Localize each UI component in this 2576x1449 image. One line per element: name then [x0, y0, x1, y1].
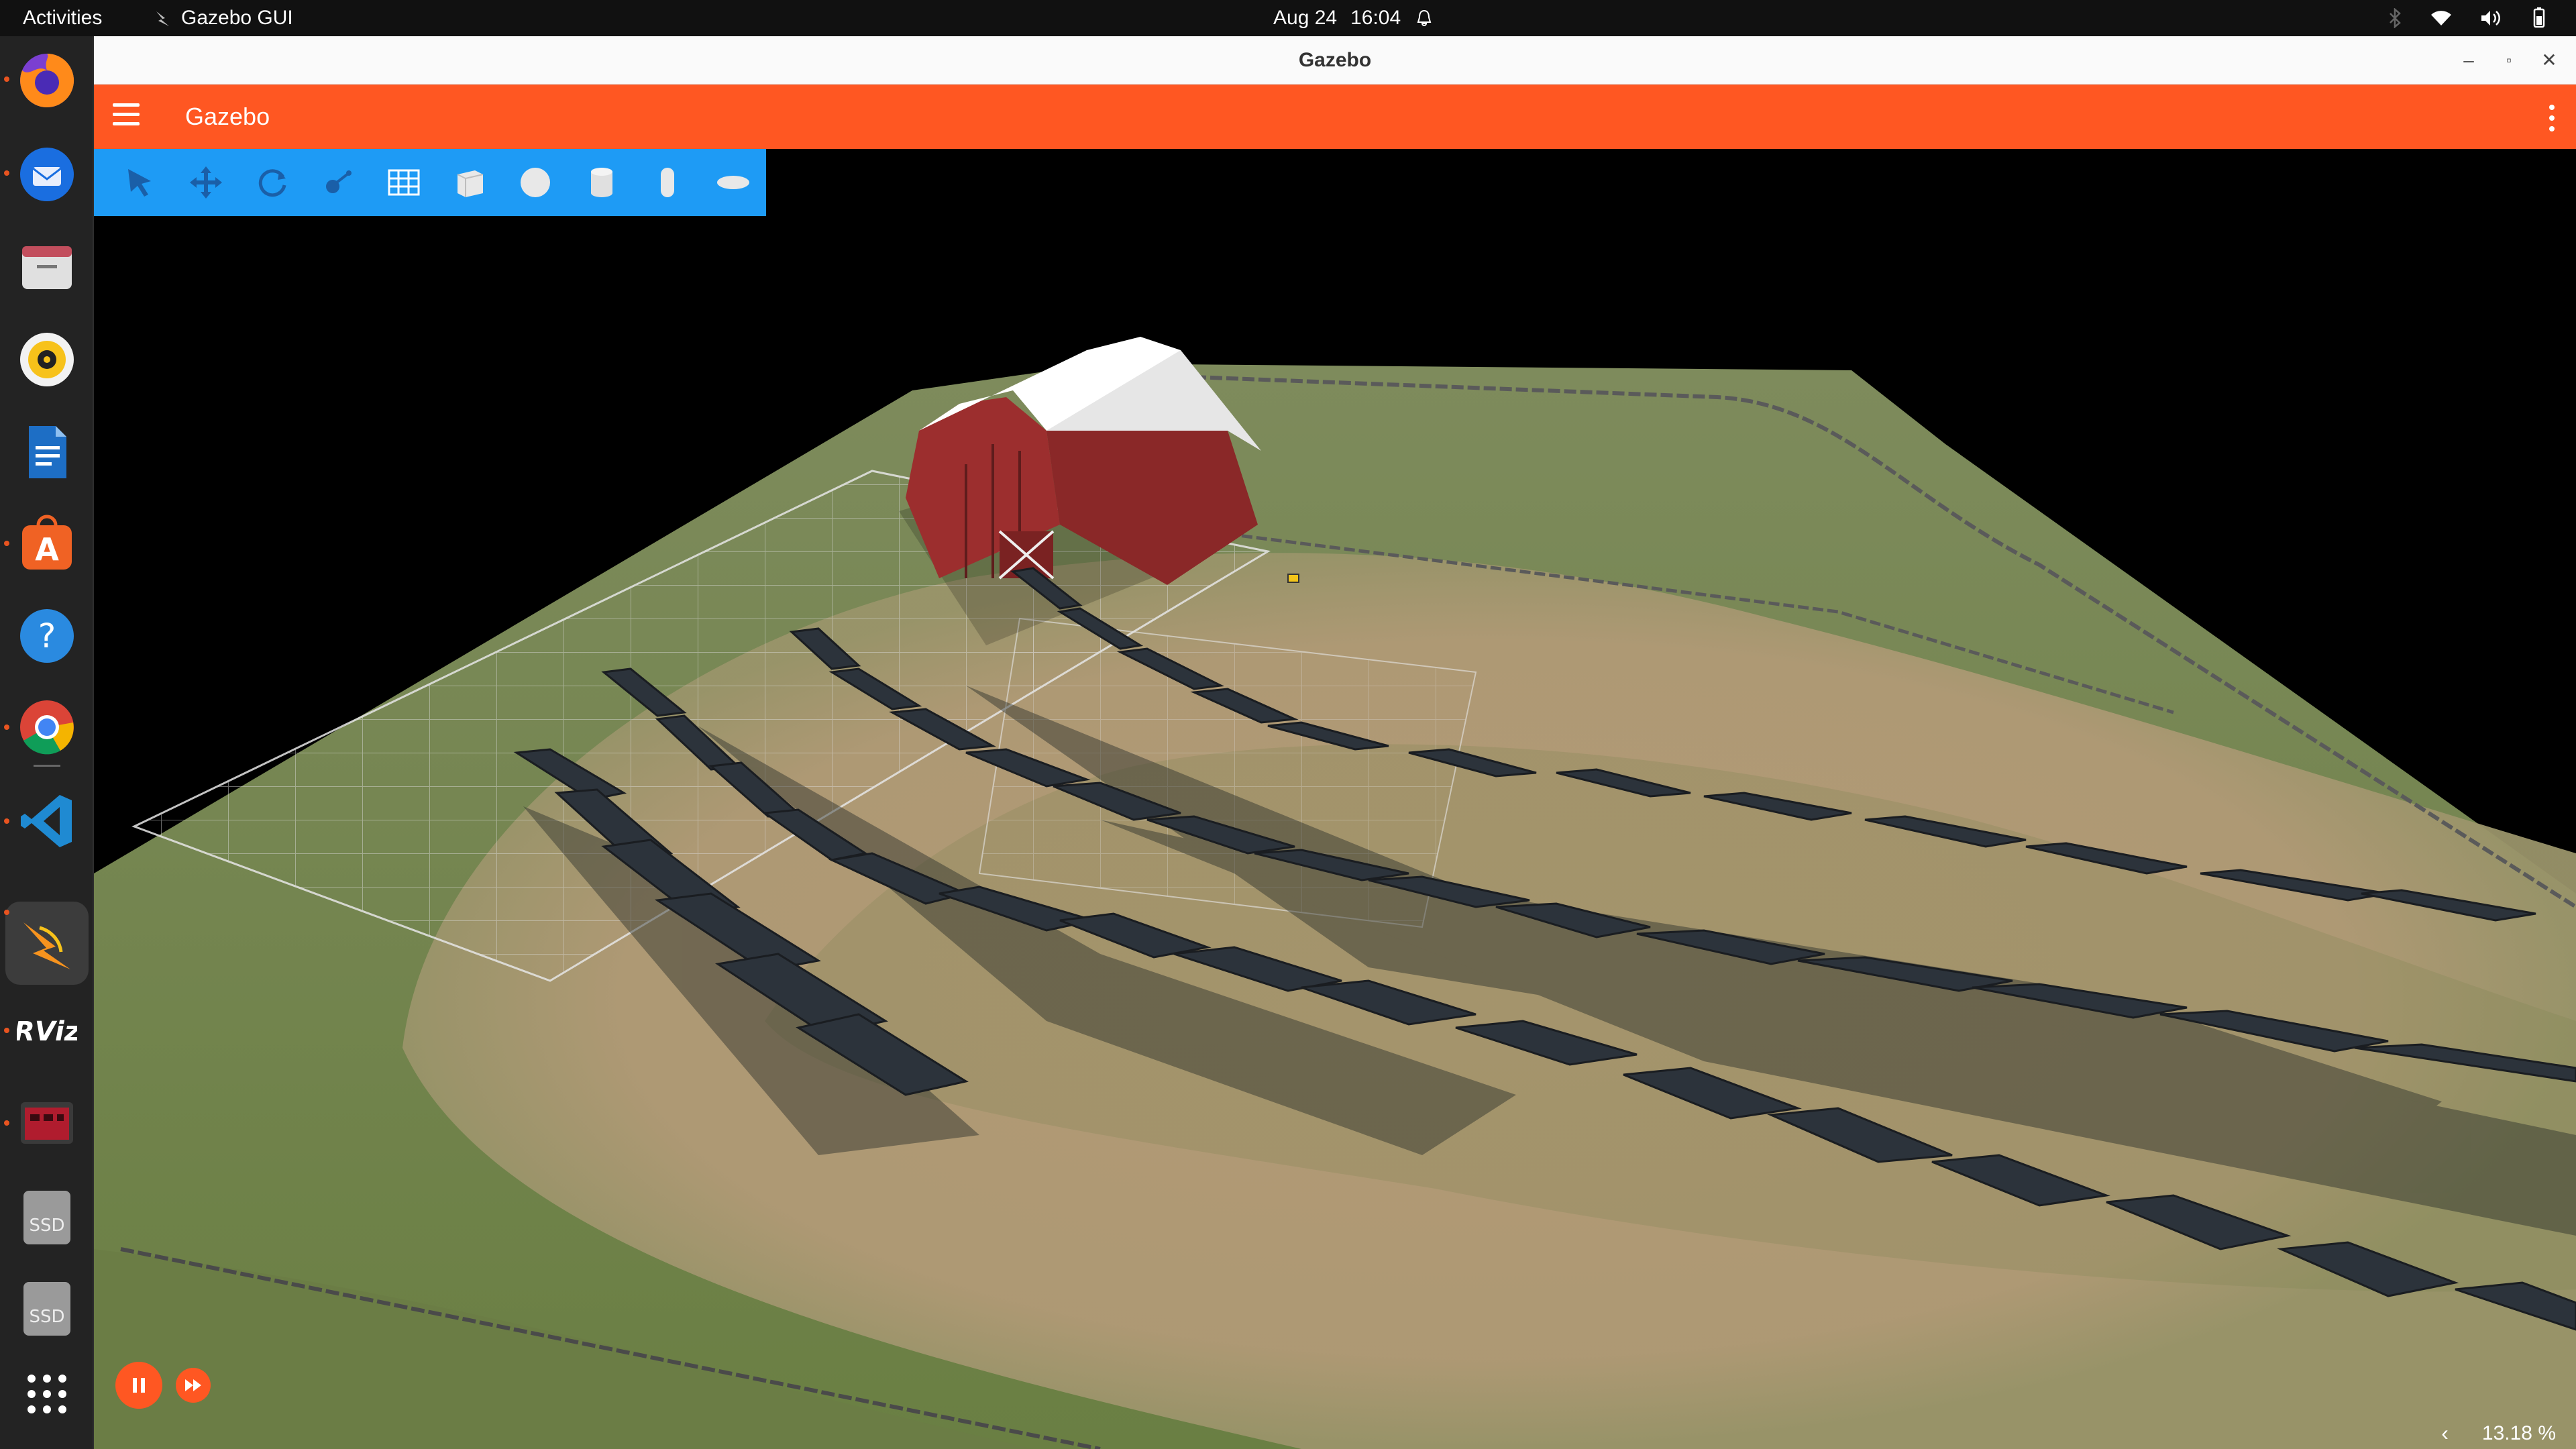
battery-icon[interactable]	[2529, 7, 2549, 30]
sphere-shape-icon	[521, 168, 551, 197]
box-shape-button[interactable]	[437, 149, 502, 216]
ellipsoid-shape-button[interactable]	[700, 149, 766, 216]
box-shape-icon	[457, 170, 484, 197]
3d-scene-view[interactable]	[94, 149, 2576, 1449]
thunderbird-icon[interactable]	[15, 142, 79, 207]
world-stats: ‹ 13.18 %	[2441, 1421, 2556, 1446]
files-icon[interactable]	[15, 235, 79, 299]
volume-icon[interactable]	[2479, 8, 2502, 28]
pause-button[interactable]	[115, 1362, 162, 1409]
firefox-icon[interactable]	[15, 48, 79, 113]
dock-separator	[34, 765, 60, 767]
software-icon[interactable]: A	[15, 511, 79, 576]
help-icon[interactable]: ?	[15, 604, 79, 668]
grid-config-button[interactable]	[371, 149, 437, 216]
shapes-toolbar	[94, 149, 766, 216]
clock-date: Aug 24	[1273, 7, 1338, 29]
running-indicator	[4, 724, 9, 730]
wifi-icon[interactable]	[2430, 8, 2453, 28]
running-indicator	[4, 1028, 9, 1033]
running-indicator	[4, 76, 9, 82]
collapse-stats-icon[interactable]: ‹	[2441, 1421, 2449, 1446]
transform-control-button[interactable]	[305, 149, 371, 216]
real-time-factor: 13.18 %	[2481, 1421, 2556, 1444]
rotate-tool-button[interactable]	[239, 149, 305, 216]
minimize-button[interactable]: –	[2455, 47, 2482, 74]
capsule-shape-icon	[660, 168, 674, 197]
pause-icon	[133, 1378, 145, 1393]
bluetooth-icon[interactable]	[2387, 8, 2403, 28]
fast-forward-icon	[185, 1379, 201, 1391]
overflow-menu-icon[interactable]	[2549, 105, 2556, 131]
hamburger-menu-icon[interactable]	[113, 103, 140, 130]
ellipsoid-shape-icon	[716, 176, 749, 189]
drive-icon[interactable]: SSD	[15, 1185, 79, 1249]
gazebo-icon	[156, 11, 169, 26]
close-button[interactable]: ✕	[2536, 47, 2563, 74]
terminal-icon[interactable]	[15, 1091, 79, 1155]
chrome-icon[interactable]	[15, 695, 79, 759]
select-tool-button[interactable]	[107, 149, 173, 216]
step-button[interactable]	[176, 1368, 211, 1403]
system-top-bar: Activities Gazebo GUI Aug 24 16:04	[0, 0, 2576, 36]
robot-model	[1287, 574, 1299, 583]
translate-tool-button[interactable]	[173, 149, 239, 216]
dock: A ? RViz SSD SSD	[0, 36, 94, 1449]
rviz-icon[interactable]: RViz	[15, 1000, 79, 1064]
app-bar: Gazebo	[94, 85, 2576, 149]
notification-bell-icon	[1417, 9, 1432, 26]
window-title: Gazebo	[1298, 49, 1372, 71]
writer-icon[interactable]	[15, 420, 79, 484]
drive-label: SSD	[29, 1216, 64, 1236]
rotate-tool-icon	[258, 169, 286, 197]
app-title: Gazebo	[185, 103, 270, 130]
translate-tool-icon	[190, 166, 223, 199]
running-indicator	[4, 818, 9, 824]
window-titlebar[interactable]: Gazebo – ▫ ✕	[94, 36, 2576, 85]
running-indicator	[4, 541, 9, 546]
gazebo-icon[interactable]	[15, 911, 79, 975]
capsule-shape-button[interactable]	[635, 149, 700, 216]
app-grid-icon[interactable]	[15, 1362, 79, 1426]
rhythmbox-icon[interactable]	[15, 327, 79, 392]
drive-label: SSD	[29, 1307, 64, 1327]
svg-text:?: ?	[38, 616, 56, 655]
drive-icon[interactable]: SSD	[15, 1276, 79, 1340]
app-menu[interactable]: Gazebo GUI	[154, 0, 293, 36]
grid-config-icon	[388, 169, 420, 196]
running-indicator	[4, 1120, 9, 1126]
svg-text:A: A	[35, 531, 59, 568]
running-indicator	[4, 910, 9, 915]
running-indicator	[4, 170, 9, 176]
clock-time: 16:04	[1350, 7, 1401, 29]
simulation-controls	[115, 1362, 211, 1409]
maximize-button[interactable]: ▫	[2496, 47, 2522, 74]
app-menu-label: Gazebo GUI	[181, 7, 293, 29]
system-tray[interactable]	[2387, 0, 2549, 36]
sphere-shape-button[interactable]	[502, 149, 568, 216]
vscode-icon[interactable]	[15, 789, 79, 853]
gazebo-window: Gazebo – ▫ ✕ Gazebo ‹ 13.18 %	[94, 36, 2576, 1449]
rviz-label: RViz	[17, 1016, 77, 1047]
activities-button[interactable]: Activities	[23, 0, 102, 36]
clock[interactable]: Aug 24 16:04	[1273, 0, 1434, 36]
select-tool-icon	[128, 169, 152, 197]
transform-control-icon	[325, 170, 352, 193]
cylinder-shape-button[interactable]	[568, 149, 634, 216]
cylinder-shape-icon	[590, 168, 612, 197]
